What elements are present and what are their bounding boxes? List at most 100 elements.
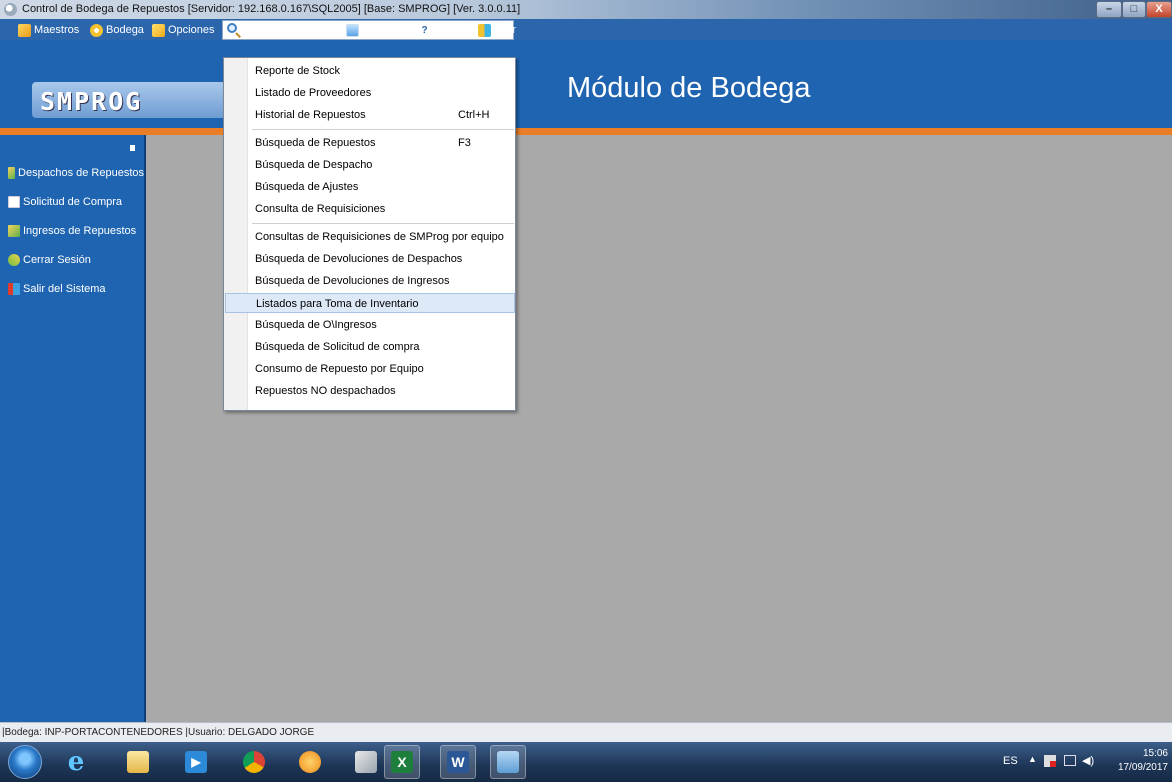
- menu-separator: [252, 223, 514, 224]
- menu-item-reporte-stock[interactable]: Reporte de Stock: [225, 61, 515, 81]
- language-indicator[interactable]: ES: [1003, 755, 1018, 767]
- menu-item-busqueda-ajustes[interactable]: Búsqueda de Ajustes: [225, 177, 515, 197]
- taskbar-explorer[interactable]: [120, 745, 156, 779]
- folder-icon: [127, 751, 149, 773]
- menu-item-requisiciones-por-equipo[interactable]: Consultas de Requisiciones de SMProg por…: [225, 227, 515, 247]
- menu-item-label: Búsqueda de Devoluciones de Ingresos: [255, 275, 450, 287]
- menu-item-label: Consumo de Repuesto por Equipo: [255, 363, 424, 375]
- menu-item-busqueda-repuestos[interactable]: Búsqueda de Repuestos F3: [225, 133, 515, 153]
- clock-time: 15:06: [1142, 748, 1168, 759]
- menu-item-busqueda-solicitud-compra[interactable]: Búsqueda de Solicitud de compra: [225, 337, 515, 357]
- menu-item-label: Listados para Toma de Inventario: [256, 298, 419, 310]
- menu-bodega-label: Bodega: [106, 24, 144, 36]
- maximize-button[interactable]: □: [1122, 1, 1146, 18]
- menu-ventanas[interactable]: Ventanas: [346, 22, 408, 38]
- menu-item-repuestos-no-despachados[interactable]: Repuestos NO despachados: [225, 381, 515, 401]
- menu-ventanas-label: Ventanas: [362, 24, 408, 36]
- minimize-button[interactable]: –: [1096, 1, 1122, 18]
- show-hidden-icons-icon[interactable]: ▲: [1028, 754, 1037, 764]
- pin-icon[interactable]: [130, 145, 135, 151]
- menu-bar: Maestros Bodega Opciones Ventanas ? Ayud…: [0, 19, 1172, 40]
- income-icon: [8, 225, 20, 237]
- sidebar-item-label: Cerrar Sesión: [23, 254, 91, 266]
- menu-separator: [252, 129, 514, 130]
- magnifier-icon: [226, 22, 242, 38]
- gear-icon: [90, 23, 103, 37]
- windows-taskbar: e ▶ X W ES ▲ ◀) 15:06 17/09/2017: [0, 742, 1172, 782]
- logout-icon: [8, 254, 20, 266]
- menu-bodega[interactable]: Bodega: [90, 22, 144, 38]
- sidebar-item-label: Despachos de Repuestos: [18, 167, 144, 179]
- window-title: Control de Bodega de Repuestos [Servidor…: [22, 3, 521, 15]
- document-icon: [8, 196, 20, 208]
- app-orange-icon: [299, 751, 321, 773]
- menu-item-devoluciones-ingresos[interactable]: Búsqueda de Devoluciones de Ingresos: [225, 271, 515, 291]
- menu-item-label: Repuestos NO despachados: [255, 385, 396, 397]
- chrome-icon: [243, 751, 265, 773]
- menu-maestros[interactable]: Maestros: [18, 22, 79, 38]
- menu-item-busqueda-despacho[interactable]: Búsqueda de Despacho: [225, 155, 515, 175]
- sidebar: Despachos de Repuestos Solicitud de Comp…: [0, 135, 146, 722]
- menu-item-historial-repuestos[interactable]: Historial de Repuestos Ctrl+H: [225, 105, 515, 125]
- sidebar-item-label: Ingresos de Repuestos: [23, 225, 137, 237]
- menu-item-label: Listado de Proveedores: [255, 87, 372, 99]
- word-icon: W: [447, 751, 469, 773]
- status-bar: |Bodega: INP-PORTACONTENEDORES |Usuario:…: [0, 722, 1172, 742]
- menu-item-label: Consulta de Requisiciones: [255, 203, 386, 215]
- start-button[interactable]: [8, 745, 42, 779]
- menu-item-label: Búsqueda de Despacho: [255, 159, 373, 171]
- taskbar-chrome[interactable]: [236, 745, 272, 779]
- taskbar-tools[interactable]: [348, 745, 384, 779]
- menu-item-devoluciones-despachos[interactable]: Búsqueda de Devoluciones de Despachos: [225, 249, 515, 269]
- menu-item-consulta-requisiciones[interactable]: Consulta de Requisiciones: [225, 199, 515, 219]
- taskbar-media[interactable]: ▶: [178, 745, 214, 779]
- folder-icon: [18, 23, 31, 37]
- action-center-flag-icon[interactable]: [1044, 755, 1056, 767]
- menu-ayuda[interactable]: ? Ayuda: [418, 22, 465, 38]
- menu-item-shortcut: F3: [458, 137, 471, 149]
- menu-item-shortcut: Ctrl+H: [458, 109, 490, 121]
- menu-item-toma-inventario[interactable]: Listados para Toma de Inventario: [225, 293, 515, 313]
- menu-maestros-label: Maestros: [34, 24, 80, 36]
- exit-icon: [8, 283, 20, 295]
- menu-item-listado-proveedores[interactable]: Listado de Proveedores: [225, 83, 515, 103]
- exit-door-icon: [478, 23, 491, 37]
- menu-item-consumo-por-equipo[interactable]: Consumo de Repuesto por Equipo: [225, 359, 515, 379]
- smprog-logo: SMPROG: [32, 82, 228, 118]
- sidebar-item-salir[interactable]: Salir del Sistema: [0, 279, 144, 299]
- menu-item-label: Consultas de Requisiciones de SMProg por…: [255, 231, 504, 243]
- taskbar-ie[interactable]: e: [58, 745, 94, 779]
- sidebar-item-ingresos[interactable]: Ingresos de Repuestos: [0, 221, 144, 241]
- taskbar-app-orange[interactable]: [292, 745, 328, 779]
- logo-text: SMPROG: [40, 87, 143, 116]
- network-icon[interactable]: [1064, 755, 1076, 766]
- clock-date: 17/09/2017: [1117, 762, 1168, 773]
- sidebar-item-solicitud[interactable]: Solicitud de Compra: [0, 192, 144, 212]
- close-button[interactable]: X: [1146, 1, 1172, 18]
- pencil-icon: [152, 23, 165, 37]
- status-text: |Bodega: INP-PORTACONTENEDORES |Usuario:…: [2, 727, 315, 738]
- window-title-bar: Control de Bodega de Repuestos [Servidor…: [0, 0, 1172, 19]
- menu-item-busqueda-o-ingresos[interactable]: Búsqueda de O\Ingresos: [225, 315, 515, 335]
- volume-icon[interactable]: ◀): [1082, 754, 1094, 767]
- app-icon: [4, 3, 17, 16]
- sidebar-item-label: Salir del Sistema: [23, 283, 106, 295]
- excel-icon: X: [391, 751, 413, 773]
- taskbar-word[interactable]: W: [440, 745, 476, 779]
- sidebar-item-cerrar-sesion[interactable]: Cerrar Sesión: [0, 250, 144, 270]
- menu-item-label: Búsqueda de Solicitud de compra: [255, 341, 420, 353]
- consultas-dropdown-menu: Reporte de Stock Listado de Proveedores …: [223, 57, 516, 411]
- menu-item-label: Búsqueda de Repuestos: [255, 137, 376, 149]
- menu-item-label: Búsqueda de O\Ingresos: [255, 319, 377, 331]
- menu-salir[interactable]: Salir: [478, 22, 516, 38]
- menu-item-label: Búsqueda de Ajustes: [255, 181, 359, 193]
- taskbar-excel[interactable]: X: [384, 745, 420, 779]
- menu-opciones[interactable]: Opciones: [152, 22, 214, 38]
- sidebar-item-despachos[interactable]: Despachos de Repuestos: [0, 163, 144, 183]
- menu-ayuda-label: Ayuda: [434, 24, 465, 36]
- taskbar-smprog[interactable]: [490, 745, 526, 779]
- dispatch-icon: [8, 167, 16, 179]
- help-icon: ?: [418, 23, 431, 37]
- clock[interactable]: 15:06 17/09/2017: [1108, 747, 1168, 775]
- window-icon: [346, 23, 359, 37]
